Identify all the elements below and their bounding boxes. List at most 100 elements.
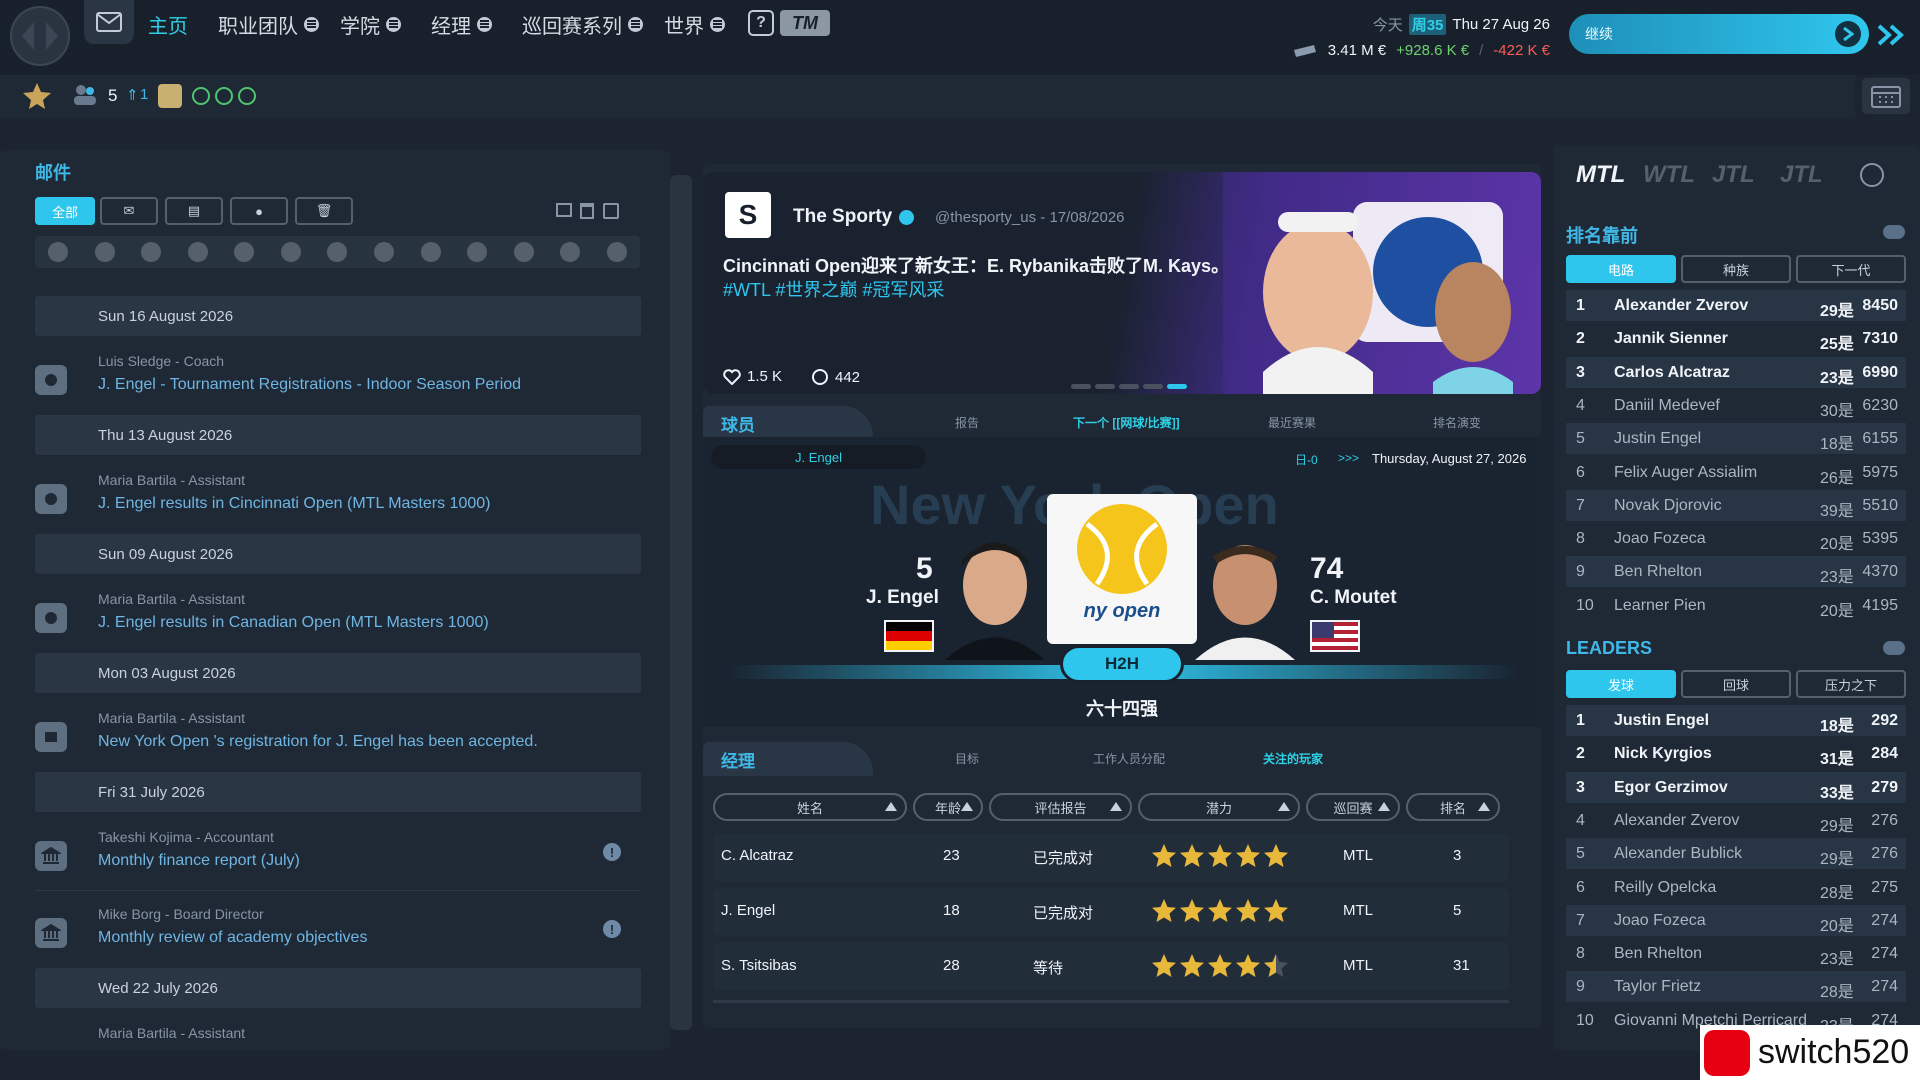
news-card[interactable]: S The Sporty @thesporty_us - 17/08/2026 … <box>703 172 1541 394</box>
rank-tab-circuit[interactable]: 电路 <box>1566 255 1676 283</box>
tab-followed-players[interactable]: 关注的玩家 <box>1263 750 1323 767</box>
column-age-header[interactable]: 年龄 <box>913 793 983 821</box>
leader-tab-pressure[interactable]: 压力之下 <box>1796 670 1906 698</box>
leader-tab-serve[interactable]: 发球 <box>1566 670 1676 698</box>
news-likes[interactable]: 1.5 K <box>723 368 782 385</box>
ranking-row[interactable]: 9 Taylor Frietz 28是 274 <box>1566 971 1906 1003</box>
page-dot[interactable] <box>1167 384 1187 389</box>
category-star-icon[interactable] <box>48 242 69 262</box>
news-comments[interactable]: 442 <box>811 368 860 386</box>
mail-item[interactable]: Maria Bartila - Assistant <box>35 1017 641 1047</box>
h2h-button[interactable]: H2H <box>1060 645 1184 683</box>
category-idea-icon[interactable] <box>560 242 581 262</box>
category-team-icon[interactable] <box>187 242 208 262</box>
help-icon[interactable]: ? <box>748 10 774 36</box>
rank-tab-race[interactable]: 种族 <box>1681 255 1791 283</box>
tab-recent-results[interactable]: 最近赛果 <box>1268 414 1316 431</box>
ranking-row[interactable]: 3 Carlos Alcatraz 23是 6990 <box>1566 356 1906 388</box>
ranking-row[interactable]: 7 Novak Djorovic 39是 5510 <box>1566 489 1906 521</box>
mail-scrollbar[interactable] <box>670 175 692 1030</box>
page-dot[interactable] <box>1071 384 1091 389</box>
game-logo[interactable] <box>10 6 70 66</box>
leader-tab-return[interactable]: 回球 <box>1681 670 1791 698</box>
column-name-header[interactable]: 姓名 <box>713 793 907 821</box>
info-toggle-icon[interactable] <box>1883 641 1905 655</box>
filter-messages-button[interactable]: ▤ <box>165 197 223 225</box>
fast-forward-icon[interactable] <box>1876 20 1906 50</box>
filter-trash-button[interactable]: 🗑 <box>295 197 353 225</box>
column-potential-header[interactable]: 潜力 <box>1138 793 1300 821</box>
nav-tour-series[interactable]: 巡回赛系列 <box>522 10 643 38</box>
category-help-icon[interactable] <box>606 242 627 262</box>
table-row[interactable]: J. Engel 18 已完成对 MTL 5 <box>713 888 1509 936</box>
delete-all-icon[interactable] <box>580 203 594 219</box>
settings-icon[interactable] <box>1860 163 1884 187</box>
tour-tab-jtl-girls[interactable]: JTL <box>1780 155 1823 195</box>
ranking-row[interactable]: 7 Joao Fozeca 20是 274 <box>1566 904 1906 936</box>
ranking-row[interactable]: 2 Jannik Sienner 25是 7310 <box>1566 323 1906 354</box>
news-pagination[interactable] <box>1071 384 1187 389</box>
category-training-icon[interactable] <box>234 242 255 262</box>
nav-pro-team[interactable]: 职业团队 <box>218 10 319 38</box>
category-food-icon[interactable] <box>373 242 394 262</box>
ranking-row[interactable]: 3 Egor Gerzimov 33是 279 <box>1566 771 1906 803</box>
mail-item[interactable]: Maria Bartila - Assistant New York Open … <box>35 702 641 780</box>
category-press-icon[interactable] <box>467 242 488 262</box>
ranking-row[interactable]: 5 Justin Engel 18是 6155 <box>1566 423 1906 455</box>
tour-tab-mtl[interactable]: MTL <box>1576 155 1625 195</box>
player2-portrait[interactable] <box>1190 530 1300 660</box>
ranking-row[interactable]: 8 Joao Fozeca 20是 5395 <box>1566 523 1906 554</box>
ranking-row[interactable]: 1 Alexander Zverov 29是 8450 <box>1566 290 1906 321</box>
ranking-row[interactable]: 6 Reilly Opelcka 28是 275 <box>1566 872 1906 903</box>
tab-goals[interactable]: 目标 <box>955 750 979 767</box>
ranking-row[interactable]: 10 Learner Pien 20是 4195 <box>1566 590 1906 621</box>
page-dot[interactable] <box>1143 384 1163 389</box>
player-selector[interactable]: J. Engel <box>711 445 926 469</box>
rank-tab-nextgen[interactable]: 下一代 <box>1796 255 1906 283</box>
column-tour-header[interactable]: 巡回赛 <box>1306 793 1400 821</box>
nav-home[interactable]: 主页 <box>148 10 188 38</box>
ranking-row[interactable]: 4 Daniil Medevef 30是 6230 <box>1566 390 1906 421</box>
table-row[interactable]: C. Alcatraz 23 已完成对 MTL 3 <box>713 833 1509 881</box>
mail-icon[interactable] <box>84 0 134 44</box>
mail-item[interactable]: Mike Borg - Board Director Monthly revie… <box>35 898 641 976</box>
filter-all-button[interactable]: 全部 <box>35 197 95 225</box>
category-staff-icon[interactable] <box>327 242 348 262</box>
select-all-checkbox[interactable] <box>603 203 619 219</box>
mail-item[interactable]: Maria Bartila - Assistant J. Engel resul… <box>35 583 641 661</box>
tab-staff-allocation[interactable]: 工作人员分配 <box>1093 750 1165 767</box>
tm-logo[interactable]: TM <box>780 10 830 36</box>
mail-item[interactable]: Maria Bartila - Assistant J. Engel resul… <box>35 464 641 542</box>
column-rank-header[interactable]: 排名 <box>1406 793 1500 821</box>
ranking-row[interactable]: 9 Ben Rhelton 23是 4370 <box>1566 556 1906 588</box>
ranking-row[interactable]: 6 Felix Auger Assialim 26是 5975 <box>1566 457 1906 488</box>
page-dot[interactable] <box>1119 384 1139 389</box>
tour-tab-jtl-boys[interactable]: JTL <box>1712 155 1755 195</box>
page-dot[interactable] <box>1095 384 1115 389</box>
table-row[interactable]: S. Tsitsibas 28 等待 MTL 31 <box>713 943 1509 991</box>
calendar-icon[interactable] <box>1862 78 1910 114</box>
nav-academy[interactable]: 学院 <box>340 10 401 38</box>
tour-tab-wtl[interactable]: WTL <box>1643 155 1695 195</box>
nav-world[interactable]: 世界 <box>664 10 725 38</box>
nav-manager[interactable]: 经理 <box>431 10 492 38</box>
category-tennis-icon[interactable] <box>141 242 162 262</box>
continue-button[interactable]: 继续 <box>1569 14 1869 54</box>
tab-report[interactable]: 报告 <box>955 414 979 431</box>
category-list-icon[interactable] <box>420 242 441 262</box>
ranking-row[interactable]: 8 Ben Rhelton 23是 274 <box>1566 938 1906 969</box>
mail-item[interactable]: Luis Sledge - Coach J. Engel - Tournamen… <box>35 345 641 423</box>
favorite-star-icon[interactable] <box>22 82 52 110</box>
ranking-row[interactable]: 1 Justin Engel 18是 292 <box>1566 705 1906 736</box>
category-finance-icon[interactable] <box>280 242 301 262</box>
player1-portrait[interactable] <box>940 530 1050 660</box>
category-media-icon[interactable] <box>513 242 534 262</box>
column-report-header[interactable]: 评估报告 <box>989 793 1132 821</box>
ranking-row[interactable]: 5 Alexander Bublick 29是 276 <box>1566 838 1906 870</box>
filter-mail-button[interactable]: ✉ <box>100 197 158 225</box>
info-toggle-icon[interactable] <box>1883 225 1905 239</box>
ranking-row[interactable]: 4 Alexander Zverov 29是 276 <box>1566 805 1906 836</box>
tab-ranking-evolution[interactable]: 排名演变 <box>1433 414 1481 431</box>
mark-read-icon[interactable] <box>556 203 572 217</box>
filter-important-button[interactable]: ● <box>230 197 288 225</box>
